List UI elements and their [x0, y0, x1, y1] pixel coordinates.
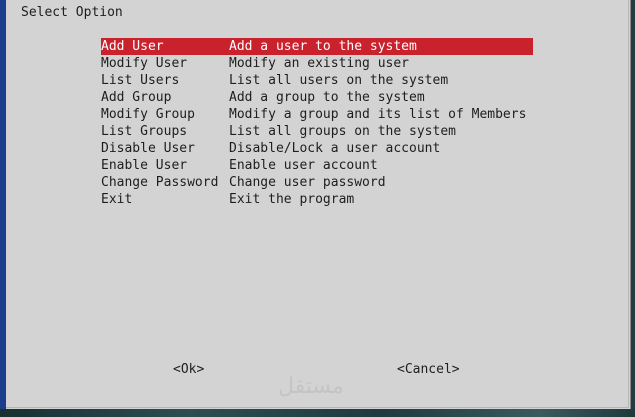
option-menu: Add User Add a user to the system Modify …: [101, 38, 533, 208]
ok-button[interactable]: <Ok>: [173, 361, 204, 378]
menu-item-tag: List Users: [101, 73, 180, 88]
menu-item-description: Exit the program: [229, 192, 355, 207]
menu-item-tag: Modify User: [101, 56, 188, 71]
menu-item-tag: Change Password: [101, 175, 219, 190]
menu-item-description: Modify a group and its list of Members: [229, 107, 527, 122]
menu-item-enable-user[interactable]: Enable User Enable user account: [101, 157, 533, 174]
select-option-dialog: Select Option Add User Add a user to the …: [6, 0, 631, 409]
menu-item-list-groups[interactable]: List Groups List all groups on the system: [101, 123, 533, 140]
menu-item-tag: Add User: [101, 39, 164, 54]
menu-item-description: Add a group to the system: [229, 90, 425, 105]
menu-item-description: Add a user to the system: [229, 39, 417, 54]
menu-item-tag: Add Group: [101, 90, 172, 105]
menu-item-add-user[interactable]: Add User Add a user to the system: [101, 38, 533, 55]
menu-item-add-group[interactable]: Add Group Add a group to the system: [101, 89, 533, 106]
menu-item-description: Change user password: [229, 175, 386, 190]
menu-item-tag: List Groups: [101, 124, 188, 139]
menu-item-modify-group[interactable]: Modify Group Modify a group and its list …: [101, 106, 533, 123]
menu-item-tag: Exit: [101, 192, 133, 207]
cancel-button[interactable]: <Cancel>: [397, 361, 460, 378]
menu-item-exit[interactable]: Exit Exit the program: [101, 191, 533, 208]
menu-item-description: List all users on the system: [229, 73, 449, 88]
watermark-logo: مستقل: [278, 374, 344, 399]
menu-item-modify-user[interactable]: Modify User Modify an existing user: [101, 55, 533, 72]
menu-item-description: List all groups on the system: [229, 124, 456, 139]
menu-item-description: Modify an existing user: [229, 56, 410, 71]
desktop-background-strip: [0, 409, 635, 417]
menu-item-list-users[interactable]: List Users List all users on the system: [101, 72, 533, 89]
dialog-title: Select Option: [21, 5, 123, 20]
menu-item-tag: Modify Group: [101, 107, 195, 122]
menu-item-tag: Disable User: [101, 141, 195, 156]
terminal-screen: Select Option Add User Add a user to the …: [0, 0, 635, 417]
menu-item-disable-user[interactable]: Disable User Disable/Lock a user account: [101, 140, 533, 157]
menu-item-tag: Enable User: [101, 158, 188, 173]
menu-item-change-password[interactable]: Change Password Change user password: [101, 174, 533, 191]
menu-item-description: Disable/Lock a user account: [229, 141, 441, 156]
menu-item-description: Enable user account: [229, 158, 378, 173]
